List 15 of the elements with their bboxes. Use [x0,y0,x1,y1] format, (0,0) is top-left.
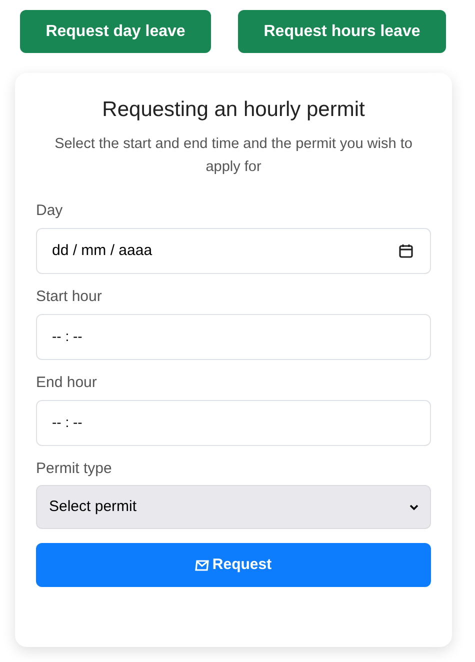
field-label: End hour [36,374,98,392]
request-button[interactable]: Request [36,543,431,588]
permit-select[interactable]: Select permit [36,485,431,530]
field-label: Start hour [36,288,103,307]
leave-button[interactable]: Request day leave [20,10,211,53]
time-field[interactable]: -- : -- [36,314,431,360]
field-label: Permit type [36,460,113,478]
card-subtitle: Select the start and end time and the permit you wish to apply for [54,135,414,178]
card-title: Requesting an hourly permit [101,97,366,123]
calendar-icon[interactable] [398,243,414,259]
field-label: Day [36,202,64,221]
date-field[interactable]: dd / mm / aaaa [36,228,431,274]
envelope-icon [195,560,210,571]
leave-button[interactable]: Request hours leave [238,10,446,53]
time-field[interactable]: -- : -- [36,400,431,446]
